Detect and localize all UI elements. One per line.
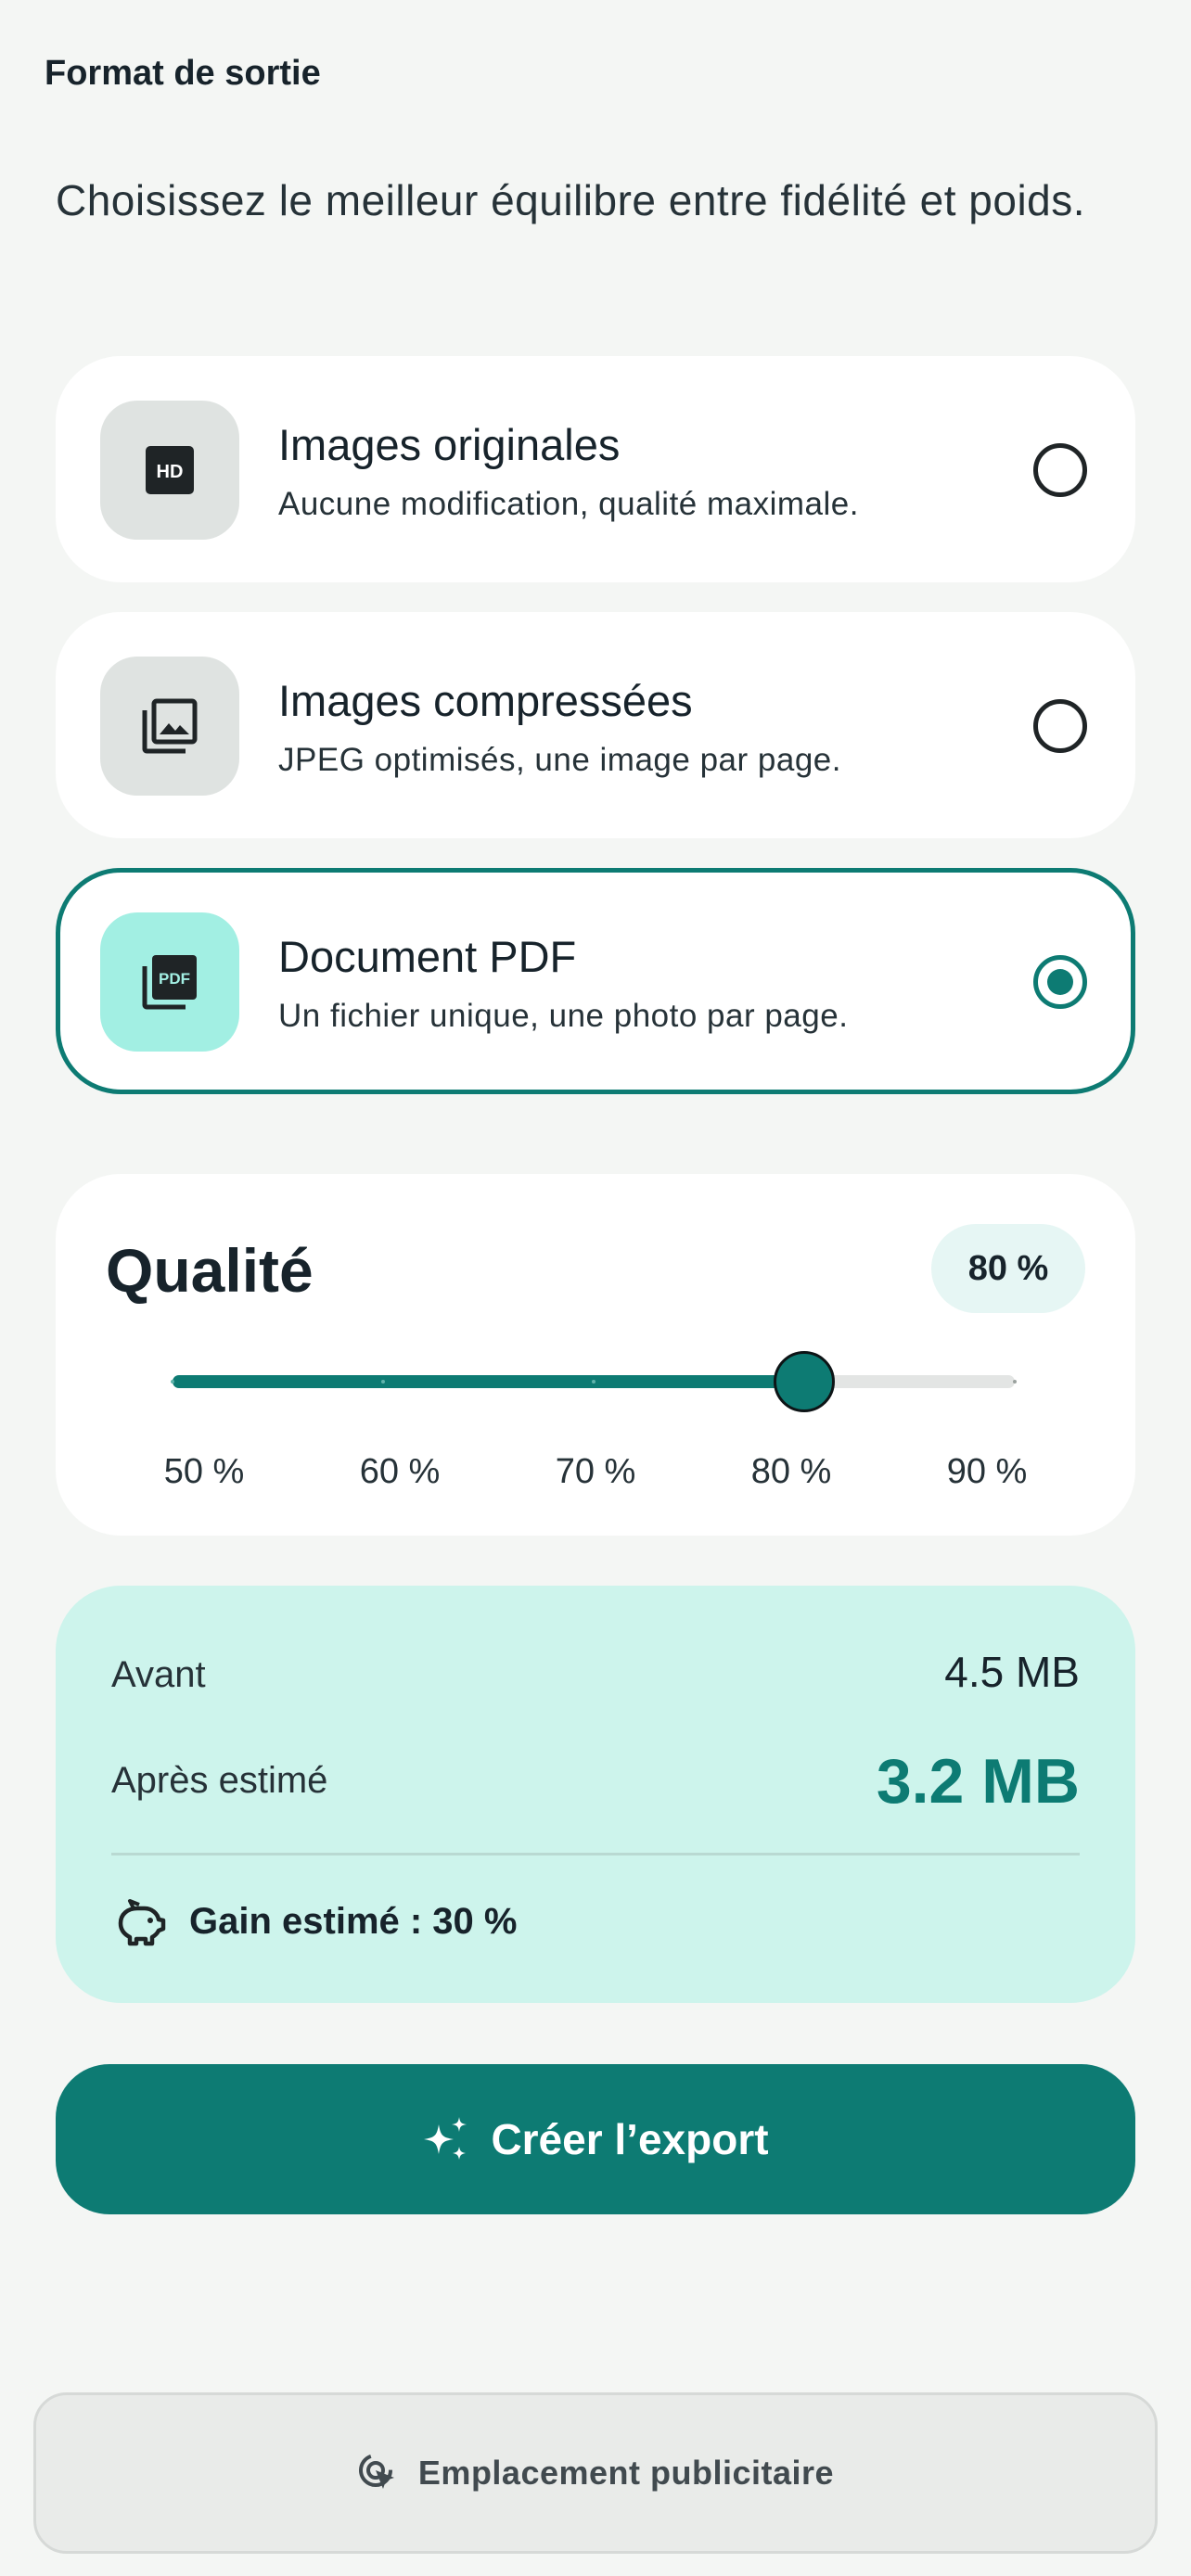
- pdf-icon: PDF: [142, 955, 197, 1010]
- option-icon-container: PDF: [100, 912, 239, 1052]
- ad-label: Emplacement publicitaire: [417, 2454, 835, 2492]
- option-title: Images compressées: [278, 676, 693, 725]
- radio-button-selected[interactable]: [1033, 955, 1087, 1009]
- create-export-button[interactable]: Créer l’export: [56, 2064, 1135, 2214]
- page-title: Format de sortie: [45, 54, 321, 93]
- option-icon-container: HD: [100, 401, 239, 540]
- create-export-label: Créer l’export: [491, 2115, 769, 2163]
- radio-dot: [1047, 969, 1073, 995]
- option-compressed-images[interactable]: Images compressées JPEG optimisés, une i…: [56, 612, 1135, 838]
- slider-tick-label: 50 %: [163, 1452, 245, 1491]
- before-label: Avant: [111, 1654, 206, 1695]
- ad-click-icon: [358, 2454, 394, 2489]
- slider-tick-label: 80 %: [750, 1452, 832, 1491]
- intro-text: Choisissez le meilleur équilibre entre f…: [56, 176, 1086, 224]
- before-value: 4.5 MB: [944, 1648, 1080, 1696]
- divider: [111, 1853, 1080, 1855]
- slider-active-track: [173, 1375, 804, 1388]
- radio-button[interactable]: [1033, 443, 1087, 497]
- size-estimate-card: Avant 4.5 MB Après estimé 3.2 MB Gain es…: [56, 1586, 1135, 2003]
- option-original-images[interactable]: HD Images originales Aucune modification…: [56, 356, 1135, 582]
- piggy-bank-icon: [118, 1899, 166, 1946]
- slider-tick-label: 60 %: [359, 1452, 441, 1491]
- quality-title: Qualité: [106, 1236, 314, 1305]
- quality-badge: 80 %: [931, 1224, 1085, 1313]
- slider-tick: [1013, 1380, 1017, 1384]
- after-label: Après estimé: [111, 1760, 328, 1801]
- svg-text:HD: HD: [157, 462, 184, 482]
- photo-library-icon: [142, 698, 198, 754]
- gain-text: Gain estimé : 30 %: [189, 1901, 518, 1942]
- slider-tick: [381, 1380, 385, 1384]
- radio-button[interactable]: [1033, 699, 1087, 753]
- slider-tick: [171, 1380, 174, 1384]
- option-title: Images originales: [278, 420, 621, 469]
- slider-tick: [592, 1380, 596, 1384]
- option-description: Un fichier unique, une photo par page.: [278, 998, 849, 1034]
- option-pdf-document[interactable]: PDF Document PDF Un fichier unique, une …: [56, 868, 1135, 1094]
- slider-tick-label: 70 %: [555, 1452, 636, 1491]
- svg-text:PDF: PDF: [159, 970, 190, 988]
- after-value: 3.2 MB: [876, 1746, 1080, 1817]
- option-title: Document PDF: [278, 932, 577, 981]
- quality-slider[interactable]: [171, 1351, 1017, 1412]
- hd-icon: HD: [146, 446, 194, 494]
- ad-placeholder[interactable]: Emplacement publicitaire: [33, 2392, 1158, 2554]
- slider-thumb[interactable]: [774, 1351, 835, 1412]
- quality-card: Qualité 80 % 50 % 60 % 70 % 80 % 90 %: [56, 1174, 1135, 1536]
- slider-tick-label: 90 %: [946, 1452, 1028, 1491]
- sparkle-icon: [424, 2117, 467, 2160]
- option-icon-container: [100, 657, 239, 796]
- option-description: Aucune modification, qualité maximale.: [278, 486, 859, 522]
- option-description: JPEG optimisés, une image par page.: [278, 742, 841, 778]
